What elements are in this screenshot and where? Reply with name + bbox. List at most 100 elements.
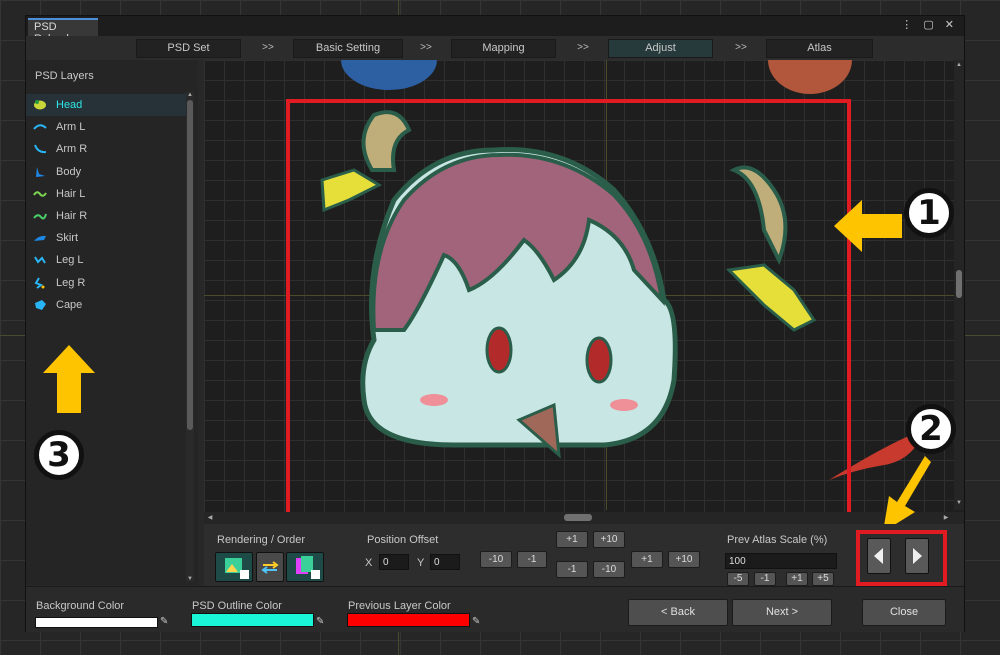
body-layer-icon — [33, 166, 47, 178]
selected-layer-outline — [286, 99, 851, 518]
step-separator: >> — [262, 42, 274, 53]
background-color-swatch[interactable] — [35, 617, 158, 628]
previous-layer-color-label: Previous Layer Color — [348, 600, 451, 612]
previous-layer-color-swatch[interactable] — [347, 613, 470, 627]
layer-item-skirt[interactable]: Skirt — [26, 227, 186, 249]
layer-item-body[interactable]: Body — [26, 161, 186, 183]
back-button[interactable]: < Back — [628, 599, 728, 626]
triangle-left-icon — [874, 548, 883, 564]
layers-scrollbar[interactable]: ▲ ▼ — [186, 92, 194, 582]
canvas-hscrollbar[interactable]: ◀ ▶ — [204, 512, 964, 524]
x-offset-input[interactable]: 0 — [379, 554, 409, 570]
callout-1: 1 — [904, 188, 954, 238]
callout-2: 2 — [906, 404, 956, 454]
y-offset-input[interactable]: 0 — [430, 554, 460, 570]
layer-item-leg-l[interactable]: Leg L — [26, 249, 186, 271]
rendering-mode-button[interactable] — [215, 552, 253, 582]
layer-label: Arm R — [56, 143, 88, 156]
hair-layer-icon — [33, 188, 47, 200]
step-basic-setting[interactable]: Basic Setting — [293, 39, 403, 58]
y-plus-1-button[interactable]: +1 — [556, 531, 588, 548]
layer-order-button[interactable] — [286, 552, 324, 582]
next-button[interactable]: Next > — [732, 599, 832, 626]
canvas-vscrollbar[interactable]: ▲ ▼ — [954, 60, 964, 510]
y-label: Y — [417, 557, 425, 569]
layer-item-hair-r[interactable]: Hair R — [26, 205, 186, 227]
step-adjust[interactable]: Adjust — [608, 39, 713, 58]
maximize-icon[interactable]: ▢ — [923, 19, 937, 31]
scroll-down-icon[interactable]: ▼ — [955, 500, 963, 506]
step-psd-set[interactable]: PSD Set — [136, 39, 241, 58]
scroll-up-icon[interactable]: ▲ — [186, 92, 194, 98]
next-layer-button[interactable] — [905, 538, 929, 574]
triangle-right-icon — [913, 548, 922, 564]
psd-layers-panel: PSD Layers Head Arm L Arm R Body Hair L — [26, 60, 198, 585]
title-bar: PSD Reload ⋮ ▢ ✕ — [26, 16, 964, 45]
adjust-controls: Rendering / Order Position Offset X 0 Y … — [204, 524, 964, 588]
y-minus-1-button[interactable]: -1 — [556, 561, 588, 578]
panel-title: PSD Layers — [35, 70, 94, 82]
layer-label: Leg L — [56, 254, 84, 267]
window-tab[interactable]: PSD Reload — [28, 18, 98, 45]
arm-layer-icon — [33, 121, 47, 133]
layer-label: Head — [56, 99, 83, 112]
outline-color-swatch[interactable] — [191, 613, 314, 627]
outline-color-label: PSD Outline Color — [192, 600, 282, 612]
layer-item-arm-r[interactable]: Arm R — [26, 138, 186, 160]
prev-atlas-scale-input[interactable]: 100 — [725, 553, 837, 569]
layer-item-cape[interactable]: Cape — [26, 294, 186, 316]
background-color-label: Background Color — [36, 600, 125, 612]
layer-item-hair-l[interactable]: Hair L — [26, 183, 186, 205]
layer-item-head[interactable]: Head — [26, 94, 186, 117]
menu-icon[interactable]: ⋮ — [901, 19, 916, 31]
scrollbar-thumb[interactable] — [187, 100, 193, 430]
step-separator: >> — [577, 42, 589, 53]
close-icon[interactable]: ✕ — [945, 19, 958, 31]
swap-order-button[interactable] — [256, 552, 284, 582]
step-mapping[interactable]: Mapping — [451, 39, 556, 58]
layer-label: Skirt — [56, 232, 78, 245]
leg-layer-icon — [33, 277, 47, 289]
y-plus-10-button[interactable]: +10 — [593, 531, 625, 548]
scrollbar-thumb[interactable] — [956, 270, 962, 298]
scroll-up-icon[interactable]: ▲ — [955, 62, 963, 68]
eyedropper-icon[interactable]: ✎ — [316, 616, 324, 627]
arrow-left-icon — [834, 200, 902, 252]
step-atlas[interactable]: Atlas — [766, 39, 873, 58]
layer-label: Arm L — [56, 121, 86, 134]
leg-layer-icon — [33, 254, 47, 266]
layer-list: Head Arm L Arm R Body Hair L Hair R Skir… — [26, 94, 186, 316]
preview-canvas[interactable]: 1 ▲ ▼ ◀ ▶ — [204, 60, 964, 524]
close-button[interactable]: Close — [862, 599, 946, 626]
previous-layer-button[interactable] — [867, 538, 891, 574]
eyedropper-icon[interactable]: ✎ — [160, 616, 168, 627]
footer-bar: Background Color ✎ PSD Outline Color ✎ P… — [26, 586, 964, 632]
x-plus-1-button[interactable]: +1 — [631, 551, 663, 568]
scroll-right-icon[interactable]: ▶ — [942, 514, 950, 521]
window-buttons: ⋮ ▢ ✕ — [901, 18, 958, 31]
picture-icon — [225, 558, 249, 579]
layer-item-leg-r[interactable]: Leg R — [26, 272, 186, 294]
scale-minus-5-button[interactable]: -5 — [727, 572, 749, 586]
head-layer-icon — [33, 99, 47, 111]
layer-label: Leg R — [56, 276, 86, 289]
swap-icon — [261, 561, 279, 574]
x-plus-10-button[interactable]: +10 — [668, 551, 700, 568]
scale-plus-1-button[interactable]: +1 — [786, 572, 808, 586]
position-offset-label: Position Offset — [367, 534, 439, 546]
prev-atlas-scale-label: Prev Atlas Scale (%) — [727, 534, 828, 546]
scale-minus-1-button[interactable]: -1 — [754, 572, 776, 586]
x-minus-10-button[interactable]: -10 — [480, 551, 512, 568]
step-separator: >> — [735, 42, 747, 53]
scroll-down-icon[interactable]: ▼ — [186, 576, 194, 582]
arrow-up-icon — [43, 345, 95, 413]
scrollbar-thumb[interactable] — [564, 514, 592, 521]
y-minus-10-button[interactable]: -10 — [593, 561, 625, 578]
cape-layer-icon — [33, 299, 47, 311]
x-minus-1-button[interactable]: -1 — [517, 551, 547, 568]
layer-item-arm-l[interactable]: Arm L — [26, 116, 186, 138]
scroll-left-icon[interactable]: ◀ — [206, 514, 214, 521]
layer-label: Body — [56, 165, 82, 178]
scale-plus-5-button[interactable]: +5 — [812, 572, 834, 586]
eyedropper-icon[interactable]: ✎ — [472, 616, 480, 627]
